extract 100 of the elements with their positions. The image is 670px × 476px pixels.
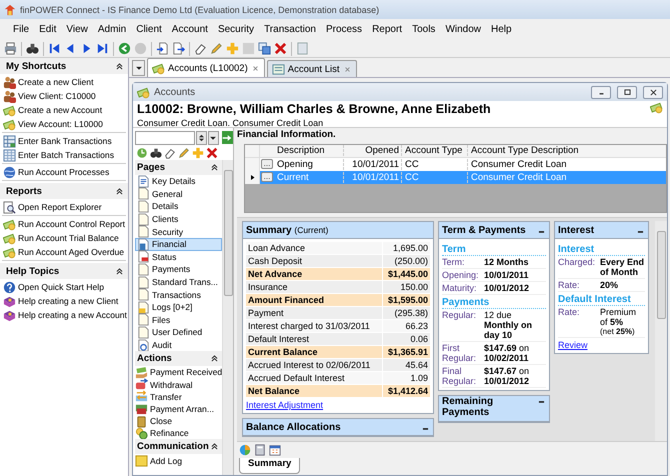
grid-row[interactable]: ... Current 10/01/2011 CC Consumer Credit Loan	[245, 170, 666, 184]
page-item[interactable]: Key Details	[135, 175, 222, 188]
shortcut-link[interactable]: View Account: L10000	[2, 117, 126, 131]
close-icon[interactable]	[250, 64, 260, 72]
column-header[interactable]: Description	[274, 145, 344, 156]
action-item[interactable]: Close	[135, 415, 222, 428]
column-header[interactable]: Opened	[344, 145, 402, 156]
eraser-icon[interactable]	[194, 42, 207, 55]
binoculars-icon[interactable]	[26, 42, 39, 55]
menu-item[interactable]: Help	[486, 24, 517, 35]
interest-adjustment-link[interactable]: Interest Adjustment	[246, 400, 324, 410]
action-item[interactable]: Withdrawal	[135, 378, 222, 391]
menu-item[interactable]: Window	[440, 24, 486, 35]
shortcut-link[interactable]: Create a new Account	[2, 103, 126, 117]
field-label: Final Regular:	[442, 366, 478, 386]
shortcut-link[interactable]: Help creating a new Account	[2, 308, 126, 322]
column-header[interactable]: Account Type Description	[468, 145, 666, 156]
menu-item[interactable]: Admin	[92, 24, 132, 35]
dropdown-button[interactable]	[208, 130, 219, 144]
menu-item[interactable]: Tools	[407, 24, 440, 35]
shortcut-link[interactable]: Create a new Client	[2, 75, 126, 89]
page-item[interactable]: Payments	[135, 263, 222, 276]
chevron-icon[interactable]	[210, 442, 219, 452]
shortcut-link[interactable]: Run Account Aged Overdue	[2, 245, 126, 259]
review-link[interactable]: Review	[558, 340, 588, 350]
first-icon[interactable]	[48, 42, 61, 55]
summary-value: 45.64	[382, 359, 430, 372]
menu-item[interactable]: Account	[166, 24, 213, 35]
column-header[interactable]: Account Type	[402, 145, 468, 156]
printer-icon[interactable]	[4, 42, 17, 55]
copy-icon[interactable]	[258, 42, 271, 55]
shortcut-link[interactable]: Run Account Control Report	[2, 217, 126, 231]
page-item[interactable]: Standard Trans...	[135, 276, 222, 288]
money-icon	[3, 246, 16, 258]
page-item[interactable]: Status	[135, 250, 222, 264]
shortcut-link[interactable]: Enter Bank Transactions	[2, 134, 126, 148]
scrollbar[interactable]	[655, 221, 667, 442]
document-tab[interactable]: Accounts (L10002)	[147, 58, 265, 77]
page-item[interactable]: Security	[135, 225, 222, 238]
ellipsis-button[interactable]: ...	[261, 159, 273, 170]
shortcut-link[interactable]: Help creating a new Client	[2, 294, 126, 308]
export-icon[interactable]	[172, 42, 185, 55]
action-item[interactable]: Add Log	[135, 454, 222, 467]
menu-item[interactable]: Edit	[34, 24, 62, 35]
grid-row[interactable]: ... Opening 10/01/2011 CC Consumer Credit Loan	[245, 158, 666, 171]
calendar-icon[interactable]	[269, 444, 281, 456]
go-button[interactable]	[222, 131, 233, 144]
chevron-icon[interactable]	[115, 62, 124, 70]
action-item[interactable]: Payment Arran...	[135, 402, 222, 416]
spin-button[interactable]	[196, 130, 207, 144]
chevron-icon[interactable]	[210, 354, 219, 364]
tab-menu-button[interactable]	[132, 60, 145, 76]
document-tab[interactable]: Account List	[266, 60, 356, 77]
page-item[interactable]: Transactions	[135, 288, 222, 301]
menu-item[interactable]: Client	[131, 24, 167, 35]
shortcut-link[interactable]: Open Quick Start Help	[2, 280, 126, 294]
scrollbar[interactable]	[222, 160, 233, 475]
pencil-icon[interactable]	[210, 42, 223, 55]
search-field[interactable]	[135, 130, 195, 144]
pie-chart-icon[interactable]	[239, 444, 251, 456]
page-item[interactable]: User Defined	[135, 326, 222, 339]
chevron-icon[interactable]	[115, 186, 124, 196]
chevron-icon[interactable]	[210, 163, 219, 172]
chevron-icon[interactable]	[115, 266, 124, 276]
page-item[interactable]: Logs [0+2]	[135, 300, 222, 314]
page-item[interactable]: Financial	[135, 238, 222, 251]
close-icon[interactable]	[342, 64, 352, 74]
page-item[interactable]: General	[135, 188, 222, 200]
page-item[interactable]: Clients	[135, 212, 222, 226]
shortcut-link[interactable]: View Client: C10000	[2, 89, 126, 103]
summary-label: Default Interest	[246, 333, 382, 346]
book-icon	[3, 308, 16, 322]
binoculars-icon[interactable]	[150, 146, 162, 158]
action-item[interactable]: Refinance	[135, 427, 222, 440]
last-icon[interactable]	[96, 42, 109, 55]
menu-item[interactable]: Report	[367, 24, 408, 35]
menu-item[interactable]: Transaction	[259, 24, 321, 35]
menu-item[interactable]: File	[8, 24, 34, 35]
page-item[interactable]: Details	[135, 200, 222, 213]
table-cell: CC	[402, 172, 468, 183]
bottom-tab[interactable]: Summary	[239, 458, 300, 474]
ellipsis-button[interactable]: ...	[261, 172, 273, 182]
back-icon[interactable]	[118, 42, 131, 55]
shortcut-link[interactable]: Open Report Explorer	[2, 200, 126, 214]
menu-item[interactable]: View	[61, 24, 93, 35]
action-item[interactable]: Payment Received	[135, 366, 222, 378]
shortcut-link[interactable]: Run Account Processes	[2, 165, 126, 179]
restore-button[interactable]	[617, 86, 637, 98]
menu-item[interactable]: Process	[320, 24, 368, 35]
shortcut-link[interactable]: Enter Batch Transactions	[2, 148, 126, 162]
delete-icon[interactable]	[274, 42, 287, 55]
minimize-button[interactable]	[591, 86, 611, 98]
menu-item[interactable]: Security	[212, 24, 260, 35]
close-button[interactable]	[643, 86, 663, 98]
page-item[interactable]: Files	[135, 314, 222, 326]
shortcut-link[interactable]: Run Account Trial Balance	[2, 231, 126, 245]
page-item[interactable]: Audit	[135, 338, 222, 352]
action-item[interactable]: Transfer	[135, 390, 222, 403]
delete-icon[interactable]	[206, 146, 218, 158]
import-icon[interactable]	[156, 42, 169, 55]
